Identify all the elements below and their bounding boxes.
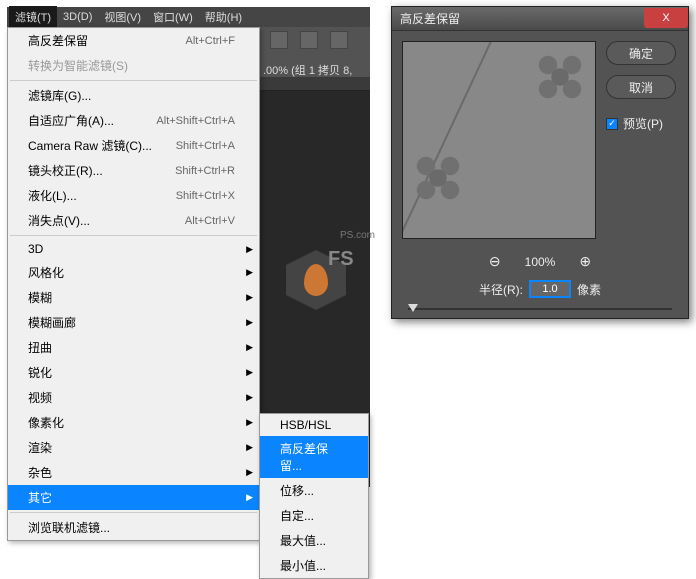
- dialog-title: 高反差保留: [400, 10, 460, 27]
- dialog-titlebar: 高反差保留 X: [392, 7, 688, 31]
- radius-input[interactable]: [529, 280, 571, 298]
- zoom-percent: 100%: [525, 255, 556, 269]
- dropdown-item[interactable]: 像素化▶: [8, 410, 259, 435]
- preview-image[interactable]: [402, 41, 596, 239]
- submenu-item[interactable]: 最小值...: [260, 553, 368, 578]
- radius-slider[interactable]: [392, 302, 688, 318]
- chevron-right-icon: ▶: [246, 492, 253, 503]
- toolbar-icons: [270, 31, 348, 49]
- check-icon: ✓: [606, 118, 618, 130]
- close-button[interactable]: X: [644, 8, 688, 28]
- menubar: 滤镜(T) 3D(D) 视图(V) 窗口(W) 帮助(H): [7, 7, 370, 27]
- chevron-right-icon: ▶: [246, 442, 253, 453]
- zoom-out-icon[interactable]: ⊖: [489, 253, 501, 270]
- chevron-right-icon: ▶: [246, 292, 253, 303]
- ruler: [260, 77, 370, 91]
- dropdown-item[interactable]: 模糊▶: [8, 285, 259, 310]
- dropdown-item[interactable]: 扭曲▶: [8, 335, 259, 360]
- submenu-item[interactable]: HSB/HSL: [260, 414, 368, 436]
- dropdown-item[interactable]: 杂色▶: [8, 460, 259, 485]
- dropdown-item[interactable]: 自适应广角(A)...Alt+Shift+Ctrl+A: [8, 108, 259, 133]
- preview-label: 预览(P): [623, 115, 663, 132]
- dropdown-item: 转换为智能滤镜(S): [8, 53, 259, 78]
- cancel-button[interactable]: 取消: [606, 75, 676, 99]
- high-pass-dialog: 高反差保留 X 确定 取消 ✓ 预览(P) ⊖ 100% ⊕ 半径(R): 像素: [391, 6, 689, 319]
- chevron-right-icon: ▶: [246, 367, 253, 378]
- preview-checkbox-row[interactable]: ✓ 预览(P): [606, 115, 676, 132]
- zoom-info: .00% (组 1 拷贝 8,: [263, 62, 352, 78]
- dropdown-item[interactable]: 消失点(V)...Alt+Ctrl+V: [8, 208, 259, 233]
- dropdown-item[interactable]: 模糊画廊▶: [8, 310, 259, 335]
- menu-view[interactable]: 视图(V): [98, 6, 147, 28]
- toolbar-icon[interactable]: [270, 31, 288, 49]
- menu-filter[interactable]: 滤镜(T): [9, 6, 57, 28]
- submenu-item[interactable]: 自定...: [260, 503, 368, 528]
- menu-help[interactable]: 帮助(H): [199, 6, 248, 28]
- dropdown-item[interactable]: 滤镜库(G)...: [8, 83, 259, 108]
- submenu-item[interactable]: 位移...: [260, 478, 368, 503]
- submenu-item[interactable]: 高反差保留...: [260, 436, 368, 478]
- logo-subtext: PS.com: [340, 230, 375, 241]
- chevron-right-icon: ▶: [246, 417, 253, 428]
- chevron-right-icon: ▶: [246, 467, 253, 478]
- other-submenu: HSB/HSL高反差保留...位移...自定...最大值...最小值...: [259, 413, 369, 579]
- radius-label: 半径(R):: [479, 281, 523, 298]
- radius-unit: 像素: [577, 281, 601, 298]
- dropdown-item[interactable]: 其它▶: [8, 485, 259, 510]
- dropdown-item[interactable]: 锐化▶: [8, 360, 259, 385]
- chevron-right-icon: ▶: [246, 267, 253, 278]
- menu-3d[interactable]: 3D(D): [57, 8, 98, 26]
- filter-dropdown: 高反差保留Alt+Ctrl+F转换为智能滤镜(S) 滤镜库(G)...自适应广角(…: [7, 27, 260, 541]
- slider-thumb-icon[interactable]: [408, 304, 418, 312]
- dropdown-item[interactable]: 镜头校正(R)...Shift+Ctrl+R: [8, 158, 259, 183]
- chevron-right-icon: ▶: [246, 342, 253, 353]
- toolbar-icon[interactable]: [300, 31, 318, 49]
- dropdown-item[interactable]: 3D▶: [8, 238, 259, 260]
- submenu-item[interactable]: 最大值...: [260, 528, 368, 553]
- toolbar-icon[interactable]: [330, 31, 348, 49]
- background-logo: [262, 230, 370, 330]
- menu-window[interactable]: 窗口(W): [147, 6, 199, 28]
- dropdown-item[interactable]: 液化(L)...Shift+Ctrl+X: [8, 183, 259, 208]
- dropdown-item[interactable]: 渲染▶: [8, 435, 259, 460]
- dropdown-item[interactable]: 浏览联机滤镜...: [8, 515, 259, 540]
- chevron-right-icon: ▶: [246, 317, 253, 328]
- zoom-in-icon[interactable]: ⊕: [579, 253, 591, 270]
- dropdown-item[interactable]: 风格化▶: [8, 260, 259, 285]
- chevron-right-icon: ▶: [246, 392, 253, 403]
- dropdown-item[interactable]: 视频▶: [8, 385, 259, 410]
- logo-text: FS: [328, 248, 370, 271]
- dropdown-item[interactable]: Camera Raw 滤镜(C)...Shift+Ctrl+A: [8, 133, 259, 158]
- dropdown-item[interactable]: 高反差保留Alt+Ctrl+F: [8, 28, 259, 53]
- chevron-right-icon: ▶: [246, 244, 253, 255]
- ok-button[interactable]: 确定: [606, 41, 676, 65]
